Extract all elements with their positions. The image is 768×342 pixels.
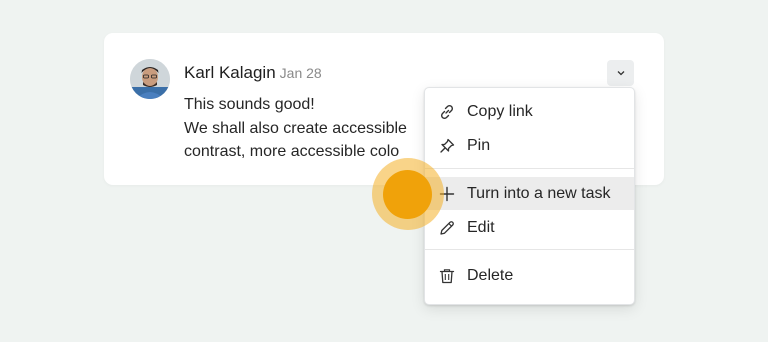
menu-item-copy-link[interactable]: Copy link [425, 95, 634, 128]
pencil-icon [438, 219, 456, 237]
comment-context-menu: Copy link Pin Turn into a new task Edit [424, 87, 635, 305]
menu-item-label: Turn into a new task [467, 184, 611, 202]
avatar[interactable] [130, 59, 170, 99]
menu-item-delete[interactable]: Delete [425, 259, 634, 292]
comment-body: This sounds good! We shall also create a… [184, 93, 434, 164]
menu-item-turn-into-task[interactable]: Turn into a new task [425, 177, 634, 210]
comment-actions-button[interactable] [607, 60, 634, 86]
link-icon [438, 103, 456, 121]
comment-author: Karl Kalagin Jan 28 [184, 63, 322, 83]
comment-date: Jan 28 [279, 65, 322, 81]
menu-item-label: Delete [467, 266, 514, 284]
menu-item-label: Copy link [467, 102, 533, 120]
comment-line: This sounds good! [184, 96, 315, 113]
menu-divider [425, 249, 634, 250]
comment-line: We shall also create accessible [184, 119, 407, 137]
menu-item-label: Pin [467, 136, 491, 154]
menu-item-edit[interactable]: Edit [425, 211, 634, 244]
trash-icon [438, 267, 456, 285]
menu-divider [425, 168, 634, 169]
avatar-image [130, 59, 170, 99]
menu-item-pin[interactable]: Pin [425, 129, 634, 162]
pin-icon [438, 137, 456, 155]
chevron-down-icon [617, 71, 624, 76]
menu-item-label: Edit [467, 218, 495, 236]
author-name[interactable]: Karl Kalagin [184, 63, 276, 82]
cursor-dot [383, 170, 432, 219]
